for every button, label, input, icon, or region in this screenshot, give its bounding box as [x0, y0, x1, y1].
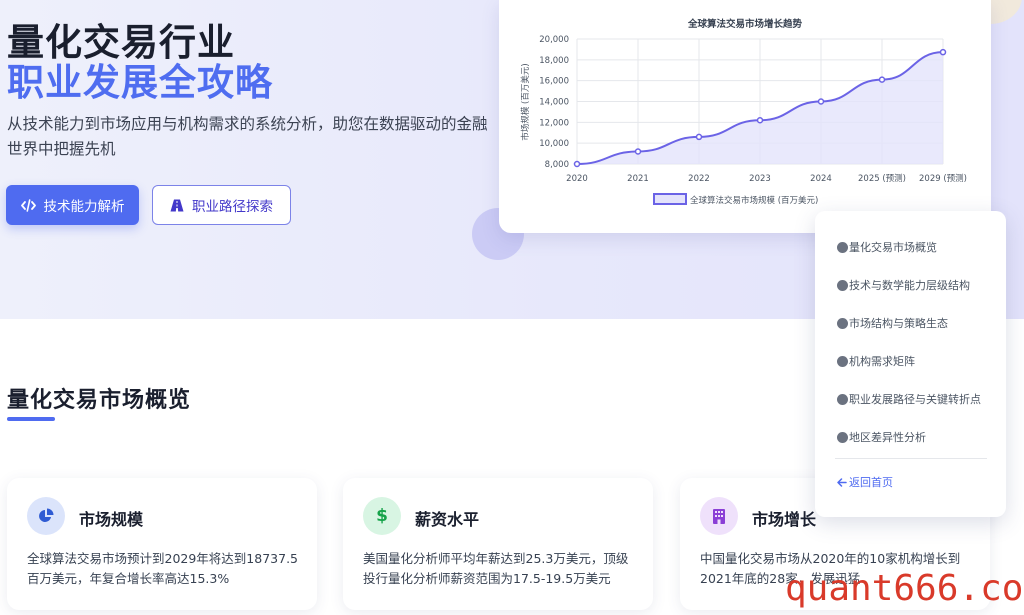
y-tick-label: 14,000	[539, 98, 569, 108]
x-tick-label: 2020	[566, 174, 588, 184]
market-size-card: 市场规模 全球算法交易市场预计到2029年将达到18737.5百万美元，年复合增…	[7, 478, 317, 610]
chart-y-axis-label: 市场规模 (百万美元)	[520, 63, 531, 140]
toc-divider	[835, 458, 987, 459]
hero-subtitle: 职业发展全攻略	[7, 61, 273, 104]
toc-item-institution-demand[interactable]: 机构需求矩阵	[837, 353, 915, 369]
x-tick-label: 2024	[810, 174, 832, 184]
data-point	[695, 133, 703, 141]
section-underline	[7, 417, 55, 421]
data-point	[634, 148, 642, 155]
data-point	[573, 160, 581, 168]
building-icon	[700, 497, 738, 535]
chart-legend: 全球算法交易市场规模 (百万美元)	[653, 193, 818, 206]
toc-item-label: 职业发展路径与关键转折点	[849, 393, 981, 406]
data-point	[878, 76, 886, 83]
back-home-link[interactable]: 返回首页	[837, 474, 893, 490]
watermark: quant666.com	[785, 568, 1024, 609]
y-tick-label: 12,000	[539, 118, 569, 128]
back-home-label: 返回首页	[849, 476, 893, 489]
salary-card: $ 薪资水平 美国量化分析师平均年薪达到25.3万美元，顶级投行量化分析师薪资范…	[343, 478, 653, 610]
x-tick-label: 2021	[627, 174, 649, 184]
toc-item-label: 地区差异性分析	[849, 431, 926, 444]
y-tick-label: 8,000	[545, 160, 569, 170]
card-text: 美国量化分析师平均年薪达到25.3万美元，顶级投行量化分析师薪资范围为17.5-…	[363, 551, 629, 586]
x-tick-label: 2025 (预测)	[858, 173, 906, 184]
tech-analysis-button[interactable]: 技术能力解析	[6, 185, 139, 225]
x-axis-ticks: 2020 2021 2022 2023 2024 2025 (预测) 2029 (预测)	[566, 173, 967, 184]
tech-analysis-button-label: 技术能力解析	[43, 199, 125, 215]
toc-item-label: 市场结构与策略生态	[849, 317, 948, 330]
market-growth-chart: 8,000 10,000 12,000 14,000 16,000 18,000 20,00…	[499, 0, 991, 233]
dollar-icon: $	[363, 497, 401, 535]
bullet-icon	[837, 317, 848, 329]
bullet-icon	[837, 431, 848, 443]
y-tick-label: 10,000	[539, 139, 569, 149]
toc-item-regional[interactable]: 地区差异性分析	[837, 429, 926, 445]
data-point	[756, 117, 764, 124]
arrow-left-icon	[837, 477, 847, 487]
hero-description: 从技术能力到市场应用与机构需求的系统分析，助您在数据驱动的金融世界中把握先机	[7, 115, 488, 158]
legend-swatch	[653, 193, 687, 205]
data-point	[817, 98, 825, 105]
x-tick-label: 2022	[688, 174, 710, 184]
toc-item-market-structure[interactable]: 市场结构与策略生态	[837, 315, 948, 331]
chart-canvas: 8,000 10,000 12,000 14,000 16,000 18,000 20,00…	[520, 18, 967, 206]
code-icon	[20, 198, 36, 212]
data-point	[939, 48, 947, 56]
bullet-icon	[837, 393, 848, 405]
toc-item-tech-math[interactable]: 技术与数学能力层级结构	[837, 277, 970, 293]
toc-item-career-path[interactable]: 职业发展路径与关键转折点	[837, 391, 981, 407]
y-axis-ticks: 8,000 10,000 12,000 14,000 16,000 18,000 20,00…	[539, 35, 569, 170]
career-path-button[interactable]: 职业路径探索	[152, 185, 291, 225]
bullet-icon	[837, 279, 848, 291]
road-icon	[170, 199, 184, 211]
bullet-icon	[837, 241, 848, 253]
y-tick-label: 16,000	[539, 77, 569, 87]
card-title: 市场增长	[752, 510, 817, 529]
toc-item-market-overview[interactable]: 量化交易市场概览	[837, 239, 937, 255]
x-tick-label: 2029 (预测)	[919, 173, 967, 184]
pie-chart-icon	[27, 497, 65, 535]
toc-item-label: 量化交易市场概览	[849, 241, 937, 254]
bullet-icon	[837, 355, 848, 367]
career-path-button-label: 职业路径探索	[192, 199, 273, 215]
toc-item-label: 机构需求矩阵	[849, 355, 915, 368]
y-tick-label: 20,000	[539, 35, 569, 45]
x-tick-label: 2023	[749, 174, 771, 184]
section-title: 量化交易市场概览	[7, 388, 192, 413]
y-tick-label: 18,000	[539, 56, 569, 66]
chart-title: 全球算法交易市场增长趋势	[687, 18, 803, 30]
card-text: 全球算法交易市场预计到2029年将达到18737.5百万美元，年复合增长率高达1…	[27, 551, 299, 586]
toc-item-label: 技术与数学能力层级结构	[849, 279, 970, 292]
legend-label: 全球算法交易市场规模 (百万美元)	[690, 195, 818, 206]
table-of-contents: 量化交易市场概览 技术与数学能力层级结构 市场结构与策略生态 机构需求矩阵 职业…	[815, 211, 1006, 517]
card-title: 薪资水平	[415, 510, 480, 529]
card-title: 市场规模	[79, 510, 144, 529]
